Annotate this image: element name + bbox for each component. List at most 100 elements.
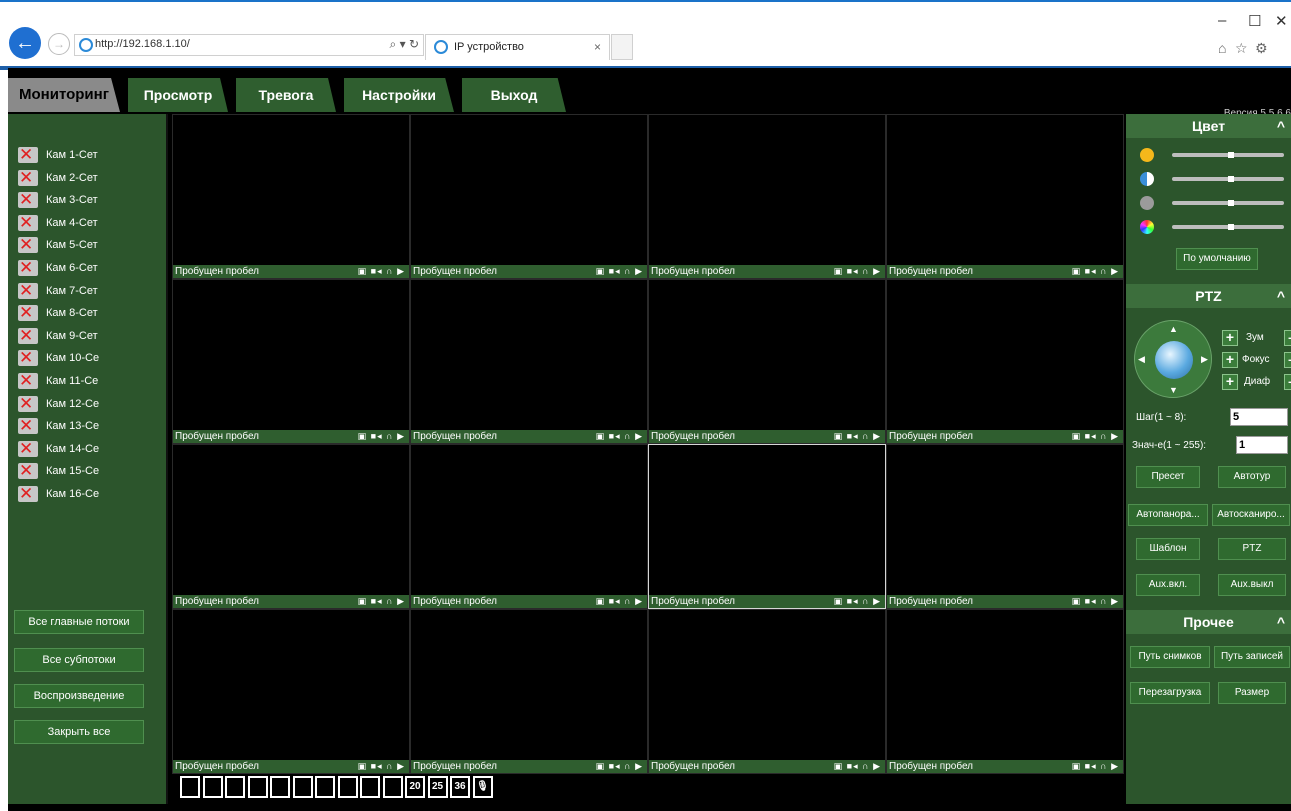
back-arrow-icon[interactable]: ← bbox=[9, 27, 41, 59]
close-all-button[interactable]: Закрыть все bbox=[14, 720, 144, 744]
video-cell-controls[interactable]: ▣ ■◂ ∩ ▶ bbox=[1072, 595, 1119, 608]
tab-close-icon[interactable]: × bbox=[594, 40, 601, 54]
video-cell-controls[interactable]: ▣ ■◂ ∩ ▶ bbox=[596, 430, 643, 443]
address-controls[interactable]: ⌕ ▾ ↻ bbox=[390, 37, 419, 52]
collapse-chevron-icon[interactable]: ^ bbox=[1277, 610, 1285, 634]
minimize-icon[interactable]: – bbox=[1218, 12, 1226, 29]
video-cell[interactable]: Пробущен пробел ▣ ■◂ ∩ ▶ bbox=[648, 114, 886, 279]
layout-button[interactable] bbox=[292, 776, 313, 798]
new-tab-button[interactable] bbox=[611, 34, 633, 60]
layout-button[interactable]: 36 bbox=[450, 776, 470, 798]
layout-button[interactable] bbox=[202, 776, 223, 798]
favorites-star-icon[interactable]: ☆ bbox=[1235, 40, 1248, 57]
video-cell[interactable]: Пробущен пробел ▣ ■◂ ∩ ▶ bbox=[172, 279, 410, 444]
value-input[interactable]: 1 bbox=[1236, 436, 1288, 454]
layout-button[interactable] bbox=[180, 776, 200, 798]
collapse-chevron-icon[interactable]: ^ bbox=[1277, 114, 1285, 138]
video-cell[interactable]: Пробущен пробел ▣ ■◂ ∩ ▶ bbox=[410, 444, 648, 609]
video-cell[interactable]: Пробущен пробел ▣ ■◂ ∩ ▶ bbox=[886, 609, 1124, 774]
home-icon[interactable]: ⌂ bbox=[1218, 40, 1226, 56]
layout-button[interactable] bbox=[315, 776, 335, 798]
ptz-section-header[interactable]: PTZ ^ bbox=[1126, 284, 1291, 308]
contrast-slider[interactable] bbox=[1172, 176, 1284, 182]
ptz-right-arrow-icon[interactable]: ▶ bbox=[1201, 354, 1208, 365]
layout-button[interactable] bbox=[225, 776, 245, 798]
layout-button[interactable] bbox=[360, 776, 380, 798]
snapshot-path-button[interactable]: Путь снимков bbox=[1130, 646, 1210, 668]
ptz-direction-wheel[interactable]: ▲ ▼ ◀ ▶ bbox=[1134, 320, 1212, 398]
aux-off-button[interactable]: Aux.выкл bbox=[1218, 574, 1286, 596]
video-cell[interactable]: Пробущен пробел ▣ ■◂ ∩ ▶ bbox=[172, 444, 410, 609]
forward-arrow-icon[interactable]: → bbox=[48, 33, 70, 55]
address-url[interactable]: http://192.168.1.10/ bbox=[95, 38, 190, 50]
address-bar[interactable]: http://192.168.1.10/ ⌕ ▾ ↻ bbox=[74, 34, 424, 56]
video-cell-controls[interactable]: ▣ ■◂ ∩ ▶ bbox=[358, 760, 405, 773]
video-cell[interactable]: Пробущен пробел ▣ ■◂ ∩ ▶ bbox=[886, 444, 1124, 609]
video-cell-controls[interactable]: ▣ ■◂ ∩ ▶ bbox=[1072, 760, 1119, 773]
video-cell-controls[interactable]: ▣ ■◂ ∩ ▶ bbox=[358, 265, 405, 278]
layout-button[interactable] bbox=[382, 776, 403, 798]
video-cell[interactable]: Пробущен пробел ▣ ■◂ ∩ ▶ bbox=[648, 444, 886, 609]
maximize-icon[interactable]: ☐ bbox=[1248, 12, 1261, 30]
tab-monitoring[interactable]: Мониторинг bbox=[8, 78, 120, 112]
video-cell-controls[interactable]: ▣ ■◂ ∩ ▶ bbox=[358, 430, 405, 443]
hue-slider[interactable] bbox=[1172, 224, 1284, 230]
layout-button[interactable] bbox=[337, 776, 358, 798]
record-path-button[interactable]: Путь записей bbox=[1214, 646, 1290, 668]
zoom-minus-button[interactable]: – bbox=[1284, 330, 1291, 346]
playback-button[interactable]: Воспроизведение bbox=[14, 684, 144, 708]
size-button[interactable]: Размер bbox=[1218, 682, 1286, 704]
tab-settings[interactable]: Настройки bbox=[344, 78, 454, 112]
video-cell[interactable]: Пробущен пробел ▣ ■◂ ∩ ▶ bbox=[886, 114, 1124, 279]
ptz-button[interactable]: PTZ bbox=[1218, 538, 1286, 560]
reboot-button[interactable]: Перезагрузка bbox=[1130, 682, 1210, 704]
autotour-button[interactable]: Автотур bbox=[1218, 466, 1286, 488]
ptz-center-ball[interactable] bbox=[1155, 341, 1193, 379]
iris-plus-button[interactable]: + bbox=[1222, 374, 1238, 390]
collapse-chevron-icon[interactable]: ^ bbox=[1277, 284, 1285, 308]
tab-exit[interactable]: Выход bbox=[462, 78, 566, 112]
focus-minus-button[interactable]: – bbox=[1284, 352, 1291, 368]
tab-playback-view[interactable]: Просмотр bbox=[128, 78, 228, 112]
close-window-icon[interactable]: ✕ bbox=[1275, 12, 1288, 30]
ptz-up-arrow-icon[interactable]: ▲ bbox=[1169, 324, 1178, 334]
video-cell[interactable]: Пробущен пробел ▣ ■◂ ∩ ▶ bbox=[410, 609, 648, 774]
video-cell-controls[interactable]: ▣ ■◂ ∩ ▶ bbox=[596, 760, 643, 773]
video-cell-controls[interactable]: ▣ ■◂ ∩ ▶ bbox=[358, 595, 405, 608]
tab-alarm[interactable]: Тревога bbox=[236, 78, 336, 112]
video-cell-controls[interactable]: ▣ ■◂ ∩ ▶ bbox=[596, 265, 643, 278]
video-cell[interactable]: Пробущен пробел ▣ ■◂ ∩ ▶ bbox=[648, 279, 886, 444]
layout-button[interactable] bbox=[270, 776, 290, 798]
video-cell[interactable]: Пробущен пробел ▣ ■◂ ∩ ▶ bbox=[648, 609, 886, 774]
video-cell-controls[interactable]: ▣ ■◂ ∩ ▶ bbox=[834, 430, 881, 443]
video-cell[interactable]: Пробущен пробел ▣ ■◂ ∩ ▶ bbox=[410, 279, 648, 444]
pattern-button[interactable]: Шаблон bbox=[1136, 538, 1200, 560]
browser-tab[interactable]: IP устройство × bbox=[425, 34, 610, 60]
autopan-button[interactable]: Автопанора... bbox=[1128, 504, 1208, 526]
default-color-button[interactable]: По умолчанию bbox=[1176, 248, 1258, 270]
all-main-streams-button[interactable]: Все главные потоки bbox=[14, 610, 144, 634]
video-cell-controls[interactable]: ▣ ■◂ ∩ ▶ bbox=[834, 265, 881, 278]
aux-on-button[interactable]: Aux.вкл. bbox=[1136, 574, 1200, 596]
focus-plus-button[interactable]: + bbox=[1222, 352, 1238, 368]
all-substreams-button[interactable]: Все субпотоки bbox=[14, 648, 144, 672]
layout-button[interactable]: 🎙 bbox=[472, 776, 493, 798]
ptz-left-arrow-icon[interactable]: ◀ bbox=[1138, 354, 1145, 365]
layout-button[interactable]: 20 bbox=[405, 776, 425, 798]
video-cell[interactable]: Пробущен пробел ▣ ■◂ ∩ ▶ bbox=[172, 114, 410, 279]
video-cell-controls[interactable]: ▣ ■◂ ∩ ▶ bbox=[1072, 265, 1119, 278]
video-cell-controls[interactable]: ▣ ■◂ ∩ ▶ bbox=[834, 595, 881, 608]
video-cell-controls[interactable]: ▣ ■◂ ∩ ▶ bbox=[834, 760, 881, 773]
autoscan-button[interactable]: Автосканиро... bbox=[1212, 504, 1290, 526]
ptz-down-arrow-icon[interactable]: ▼ bbox=[1169, 385, 1178, 395]
layout-button[interactable] bbox=[247, 776, 268, 798]
color-section-header[interactable]: Цвет ^ bbox=[1126, 114, 1291, 138]
iris-minus-button[interactable]: – bbox=[1284, 374, 1291, 390]
settings-gear-icon[interactable]: ⚙ bbox=[1255, 40, 1268, 57]
saturation-slider[interactable] bbox=[1172, 200, 1284, 206]
misc-section-header[interactable]: Прочее ^ bbox=[1126, 610, 1291, 634]
layout-button[interactable]: 25 bbox=[427, 776, 448, 798]
brightness-slider[interactable] bbox=[1172, 152, 1284, 158]
step-input[interactable]: 5 bbox=[1230, 408, 1288, 426]
video-cell[interactable]: Пробущен пробел ▣ ■◂ ∩ ▶ bbox=[410, 114, 648, 279]
